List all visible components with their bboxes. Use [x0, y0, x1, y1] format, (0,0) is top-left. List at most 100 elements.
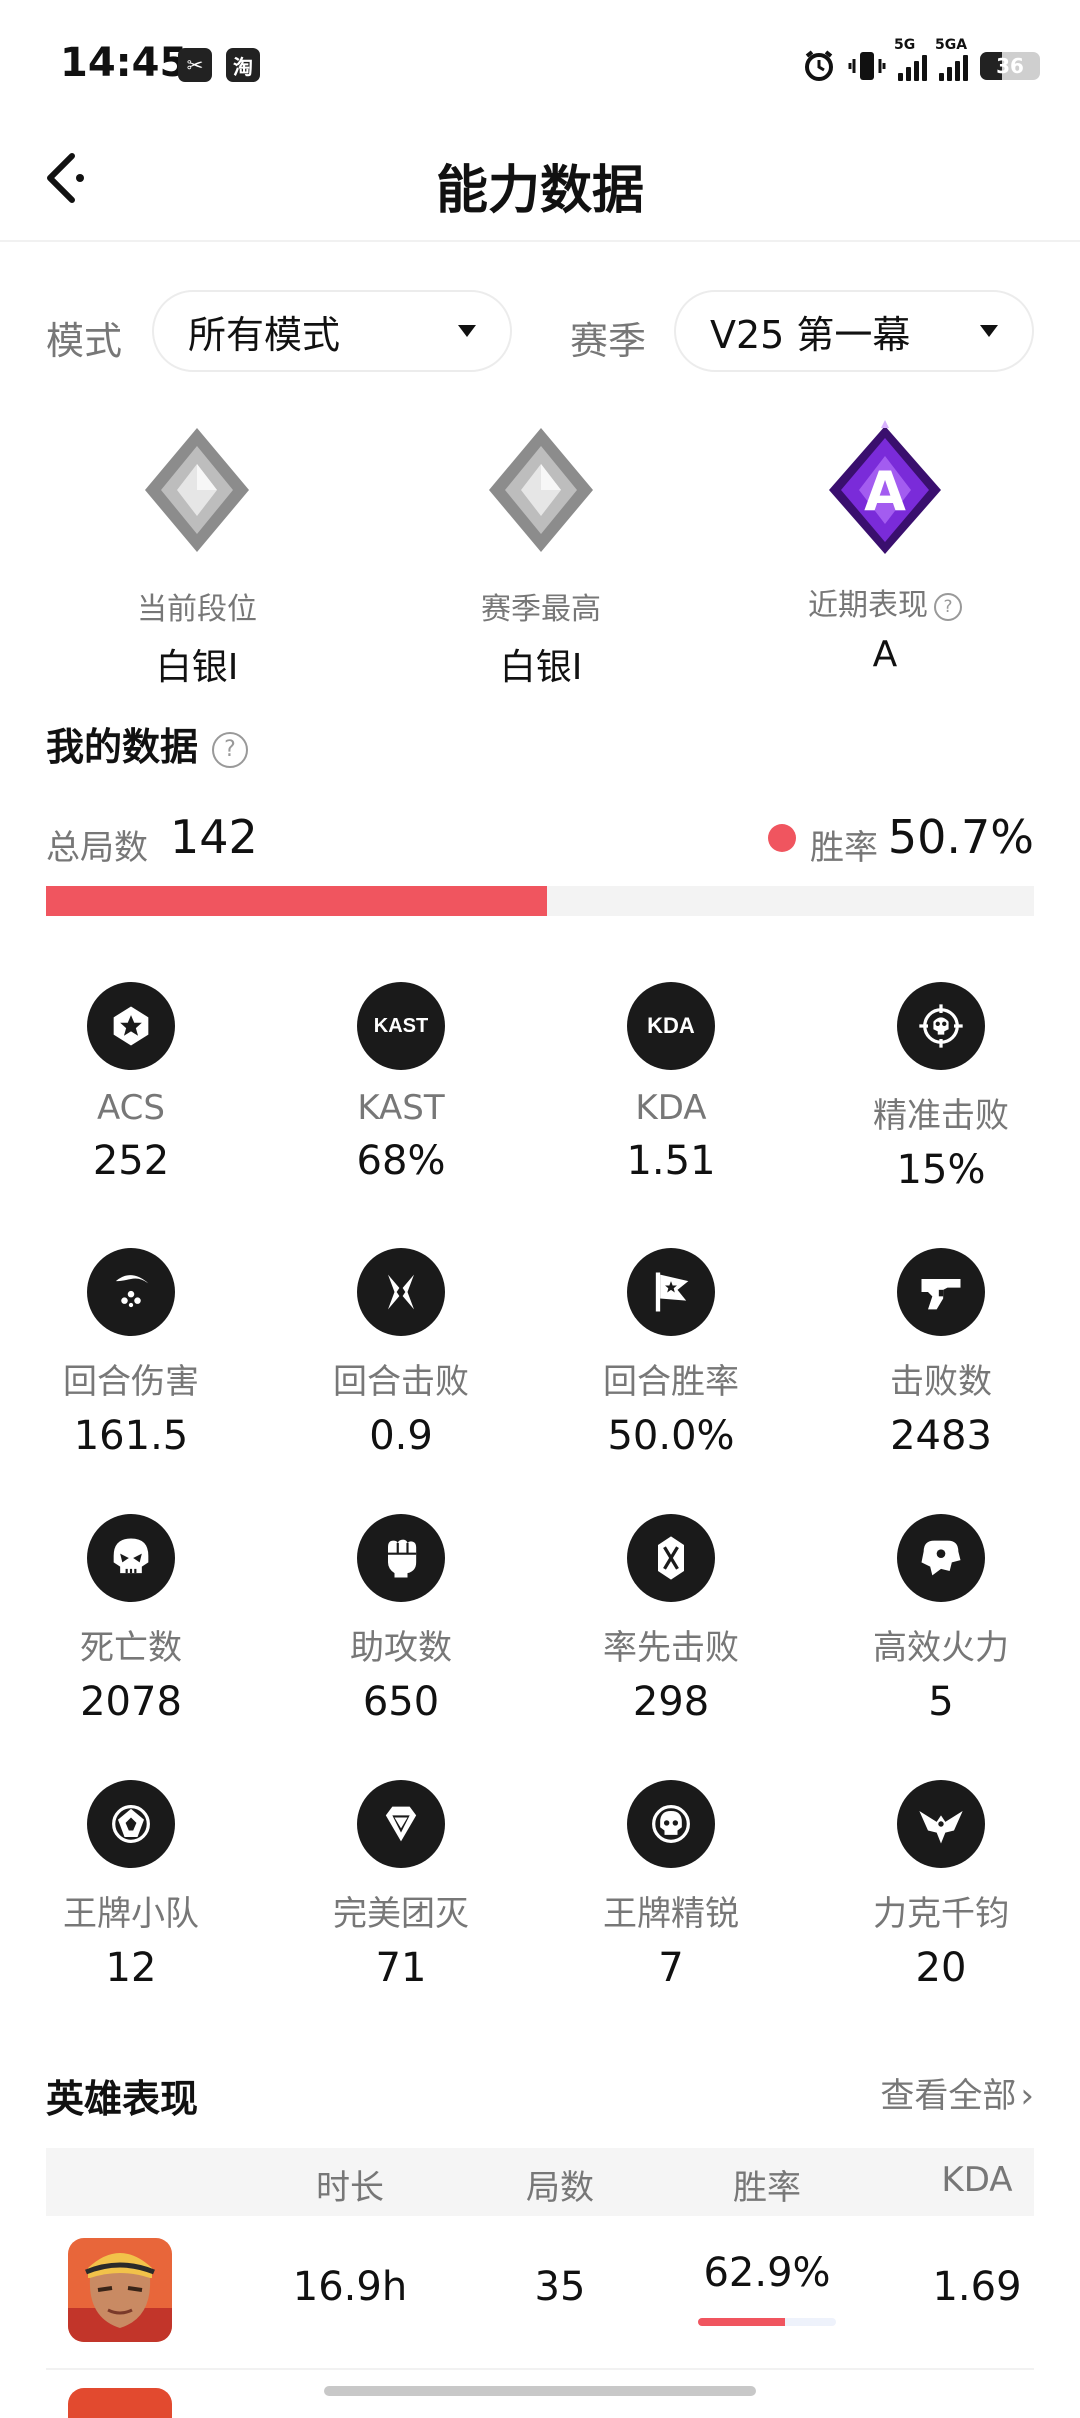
stat-item: 力克千钧 20	[806, 1780, 1076, 1991]
signal-5ga-icon: 5GA	[935, 37, 968, 81]
ace-skull-icon	[627, 1780, 715, 1868]
stat-item: 回合伤害 161.5	[0, 1248, 266, 1459]
stat-item: 王牌小队 12	[0, 1780, 266, 1991]
stat-value: 5	[928, 1679, 954, 1725]
net-label-2: 5GA	[935, 37, 968, 53]
battery-icon: 36	[980, 52, 1040, 80]
stat-label: 助攻数	[350, 1628, 452, 1668]
stat-value: 161.5	[73, 1413, 189, 1459]
season-peak-rank: 赛季最高 白银I	[376, 420, 706, 690]
stat-item: 死亡数 2078	[0, 1514, 266, 1725]
hero-performance-title: 英雄表现	[46, 2077, 199, 2121]
status-time: 14:45	[60, 40, 188, 86]
win-rate-value: 50.7%	[887, 810, 1034, 864]
stat-value: 1.51	[626, 1138, 716, 1184]
grade-emblem-letter: A	[864, 460, 906, 523]
silver-rank-emblem-icon	[489, 428, 593, 552]
stat-label: 力克千钧	[873, 1894, 1009, 1934]
stat-item: 回合胜率 50.0%	[536, 1248, 806, 1459]
stat-label: KDA	[635, 1088, 707, 1128]
win-rate-bar	[46, 886, 1034, 916]
damage-icon	[87, 1248, 175, 1336]
hero-games: 35	[534, 2264, 586, 2310]
flag-star-icon	[627, 1248, 715, 1336]
rank-label: 赛季最高	[481, 592, 601, 627]
season-select-value: V25 第一幕	[710, 312, 911, 357]
current-rank: 当前段位 白银I	[32, 420, 362, 690]
win-rate-label: 胜率	[810, 828, 878, 868]
help-icon[interactable]: ?	[934, 592, 962, 621]
stat-label: 高效火力	[873, 1628, 1009, 1668]
stat-value: 2483	[890, 1413, 992, 1459]
crossed-blades-icon	[357, 1248, 445, 1336]
stat-value: 71	[375, 1945, 427, 1991]
stat-label: 击败数	[890, 1362, 992, 1402]
stat-value: 0.9	[369, 1413, 433, 1459]
stat-label: 王牌小队	[63, 1894, 199, 1934]
mode-select[interactable]: 所有模式	[152, 290, 512, 372]
stat-value: 650	[362, 1679, 440, 1725]
stat-value: 15%	[896, 1147, 986, 1193]
rank-label: 近期表现?	[720, 580, 1050, 624]
kast-icon: KAST	[357, 982, 445, 1070]
alarm-icon	[805, 50, 833, 81]
stat-item: 击败数 2483	[806, 1248, 1076, 1459]
chevron-down-icon	[980, 325, 998, 337]
stat-item: KDA KDA 1.51	[536, 982, 806, 1184]
row-divider	[46, 2368, 1034, 2370]
hero-win-rate-bar-fill	[698, 2318, 785, 2326]
hero-kda: 1.69	[932, 2264, 1022, 2310]
view-all-link[interactable]: 查看全部 ›	[880, 2068, 1034, 2117]
stat-label: KAST	[357, 1088, 445, 1128]
column-header: KDA	[941, 2160, 1013, 2200]
signal-5g-icon: 5G	[894, 37, 927, 81]
stat-value: 7	[658, 1945, 684, 1991]
hero-win-rate: 62.9%	[703, 2250, 831, 2296]
stat-label: ACS	[97, 1088, 165, 1128]
stat-label: 率先击败	[603, 1628, 739, 1668]
diamond-icon	[357, 1780, 445, 1868]
total-games-label: 总局数	[46, 828, 148, 868]
view-all-label: 查看全部	[880, 2076, 1017, 2116]
net-label-1: 5G	[894, 37, 916, 53]
column-header: 胜率	[733, 2168, 801, 2208]
eagle-icon	[897, 1780, 985, 1868]
recent-performance[interactable]: A 近期表现? A	[720, 420, 1050, 675]
header-divider	[0, 240, 1080, 242]
hero-time: 16.9h	[292, 2264, 408, 2310]
stat-icon-text: KAST	[373, 1014, 429, 1037]
crosshair-skull-icon	[897, 982, 985, 1070]
app-notification-icon: ✂	[178, 48, 212, 82]
stat-item: 精准击败 15%	[806, 982, 1076, 1193]
fist-icon	[357, 1514, 445, 1602]
hero-avatar[interactable]	[68, 2388, 172, 2418]
my-data-title: 我的数据	[46, 725, 199, 769]
taobao-notification-icon: 淘	[226, 48, 260, 82]
stat-item: KAST KAST 68%	[266, 982, 536, 1184]
vibrate-icon	[848, 52, 886, 80]
stat-value: 50.0%	[607, 1413, 735, 1459]
rank-value: 白银I	[499, 647, 583, 688]
stat-label: 完美团灭	[333, 1894, 469, 1934]
help-icon[interactable]: ?	[212, 731, 249, 768]
total-games-value: 142	[170, 810, 258, 864]
stat-label: 回合胜率	[603, 1362, 739, 1402]
season-select[interactable]: V25 第一幕	[674, 290, 1034, 372]
stat-value: 252	[92, 1138, 170, 1184]
stat-item: 完美团灭 71	[266, 1780, 536, 1991]
rank-value: A	[872, 634, 898, 675]
win-rate-bar-fill	[46, 886, 547, 916]
home-indicator[interactable]	[324, 2386, 756, 2396]
win-rate-legend-dot	[768, 824, 796, 852]
firepower-icon	[897, 1514, 985, 1602]
column-header: 局数	[526, 2168, 594, 2208]
stat-item: 王牌精锐 7	[536, 1780, 806, 1991]
performance-grade-emblem-icon: A	[825, 420, 945, 560]
hero-win-rate-bar	[698, 2318, 836, 2326]
star-badge-icon	[87, 982, 175, 1070]
status-icons: 5G 5GA 36	[802, 37, 1040, 88]
gun-icon	[897, 1248, 985, 1336]
mode-label: 模式	[46, 319, 123, 363]
stat-item: 率先击败 298	[536, 1514, 806, 1725]
hero-avatar[interactable]	[68, 2238, 172, 2342]
